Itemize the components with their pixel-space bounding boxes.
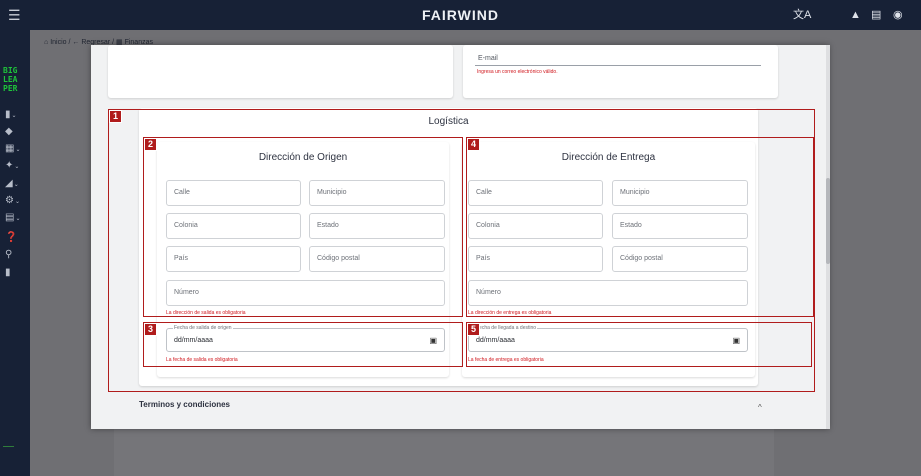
terminos-section[interactable]: Terminos y condiciones ^ <box>139 395 769 425</box>
sidebar: BIG LEA PER ▮⌄ ◆ ▦⌄ ✦⌄ ◢⌄ ⚙⌄ ▤⌄ ❓ ⚲ ▮ <box>0 30 30 476</box>
account-icon[interactable]: ◉ <box>893 8 903 22</box>
bell-icon[interactable]: ▲ <box>850 8 861 22</box>
chart-icon[interactable]: ◢⌄ <box>5 177 29 191</box>
company-logo[interactable]: BIG LEA PER <box>3 66 29 93</box>
annotation-label-3: 3 <box>144 323 157 336</box>
grid-icon[interactable]: ▦⌄ <box>5 142 29 156</box>
back-arrow-icon: ← <box>72 39 80 46</box>
app-brand: FAIRWIND <box>422 7 499 23</box>
annotation-label-5: 5 <box>467 323 480 336</box>
tag-icon[interactable]: ◆ <box>5 125 29 139</box>
card-icon[interactable]: ▤⌄ <box>5 211 29 225</box>
modal-scrollbar-thumb[interactable] <box>826 178 830 264</box>
book-icon[interactable]: ▮ <box>5 266 29 280</box>
sidebar-divider <box>3 446 14 447</box>
contact-card-right: E-mail Ingresa un correo electrónico vál… <box>463 45 778 98</box>
translate-icon[interactable]: 文A <box>793 8 811 22</box>
gear-icon[interactable]: ⚙⌄ <box>5 194 29 208</box>
annotation-box-4: 4 <box>466 137 814 317</box>
email-error: Ingresa un correo electrónico válido. <box>477 69 558 75</box>
breadcrumb-home[interactable]: Inicio <box>50 39 66 46</box>
help-icon[interactable]: ❓ <box>5 231 29 245</box>
chat-icon[interactable]: ▤ <box>871 8 881 22</box>
search-icon[interactable]: ⚲ <box>5 248 29 262</box>
home-icon: ⌂ <box>44 39 49 46</box>
email-input[interactable] <box>475 65 761 66</box>
clipboard-icon[interactable]: ▮⌄ <box>5 108 29 122</box>
annotation-label-2: 2 <box>144 138 157 151</box>
background-card <box>114 426 774 476</box>
person-icon[interactable]: ✦⌄ <box>5 159 29 173</box>
annotation-box-5: 5 <box>466 322 812 367</box>
email-label: E-mail <box>478 55 498 62</box>
annotation-box-3: 3 <box>143 322 463 367</box>
terminos-title: Terminos y condiciones <box>139 400 230 409</box>
contact-card-left <box>108 45 453 98</box>
breadcrumb-separator: / <box>68 39 71 46</box>
annotation-label-1: 1 <box>109 110 122 123</box>
chevron-up-icon[interactable]: ^ <box>758 403 762 412</box>
annotation-label-4: 4 <box>467 138 480 151</box>
top-bar: ☰ FAIRWIND 文A ▲ ▤ ◉ <box>0 0 921 30</box>
annotation-box-2: 2 <box>143 137 463 317</box>
